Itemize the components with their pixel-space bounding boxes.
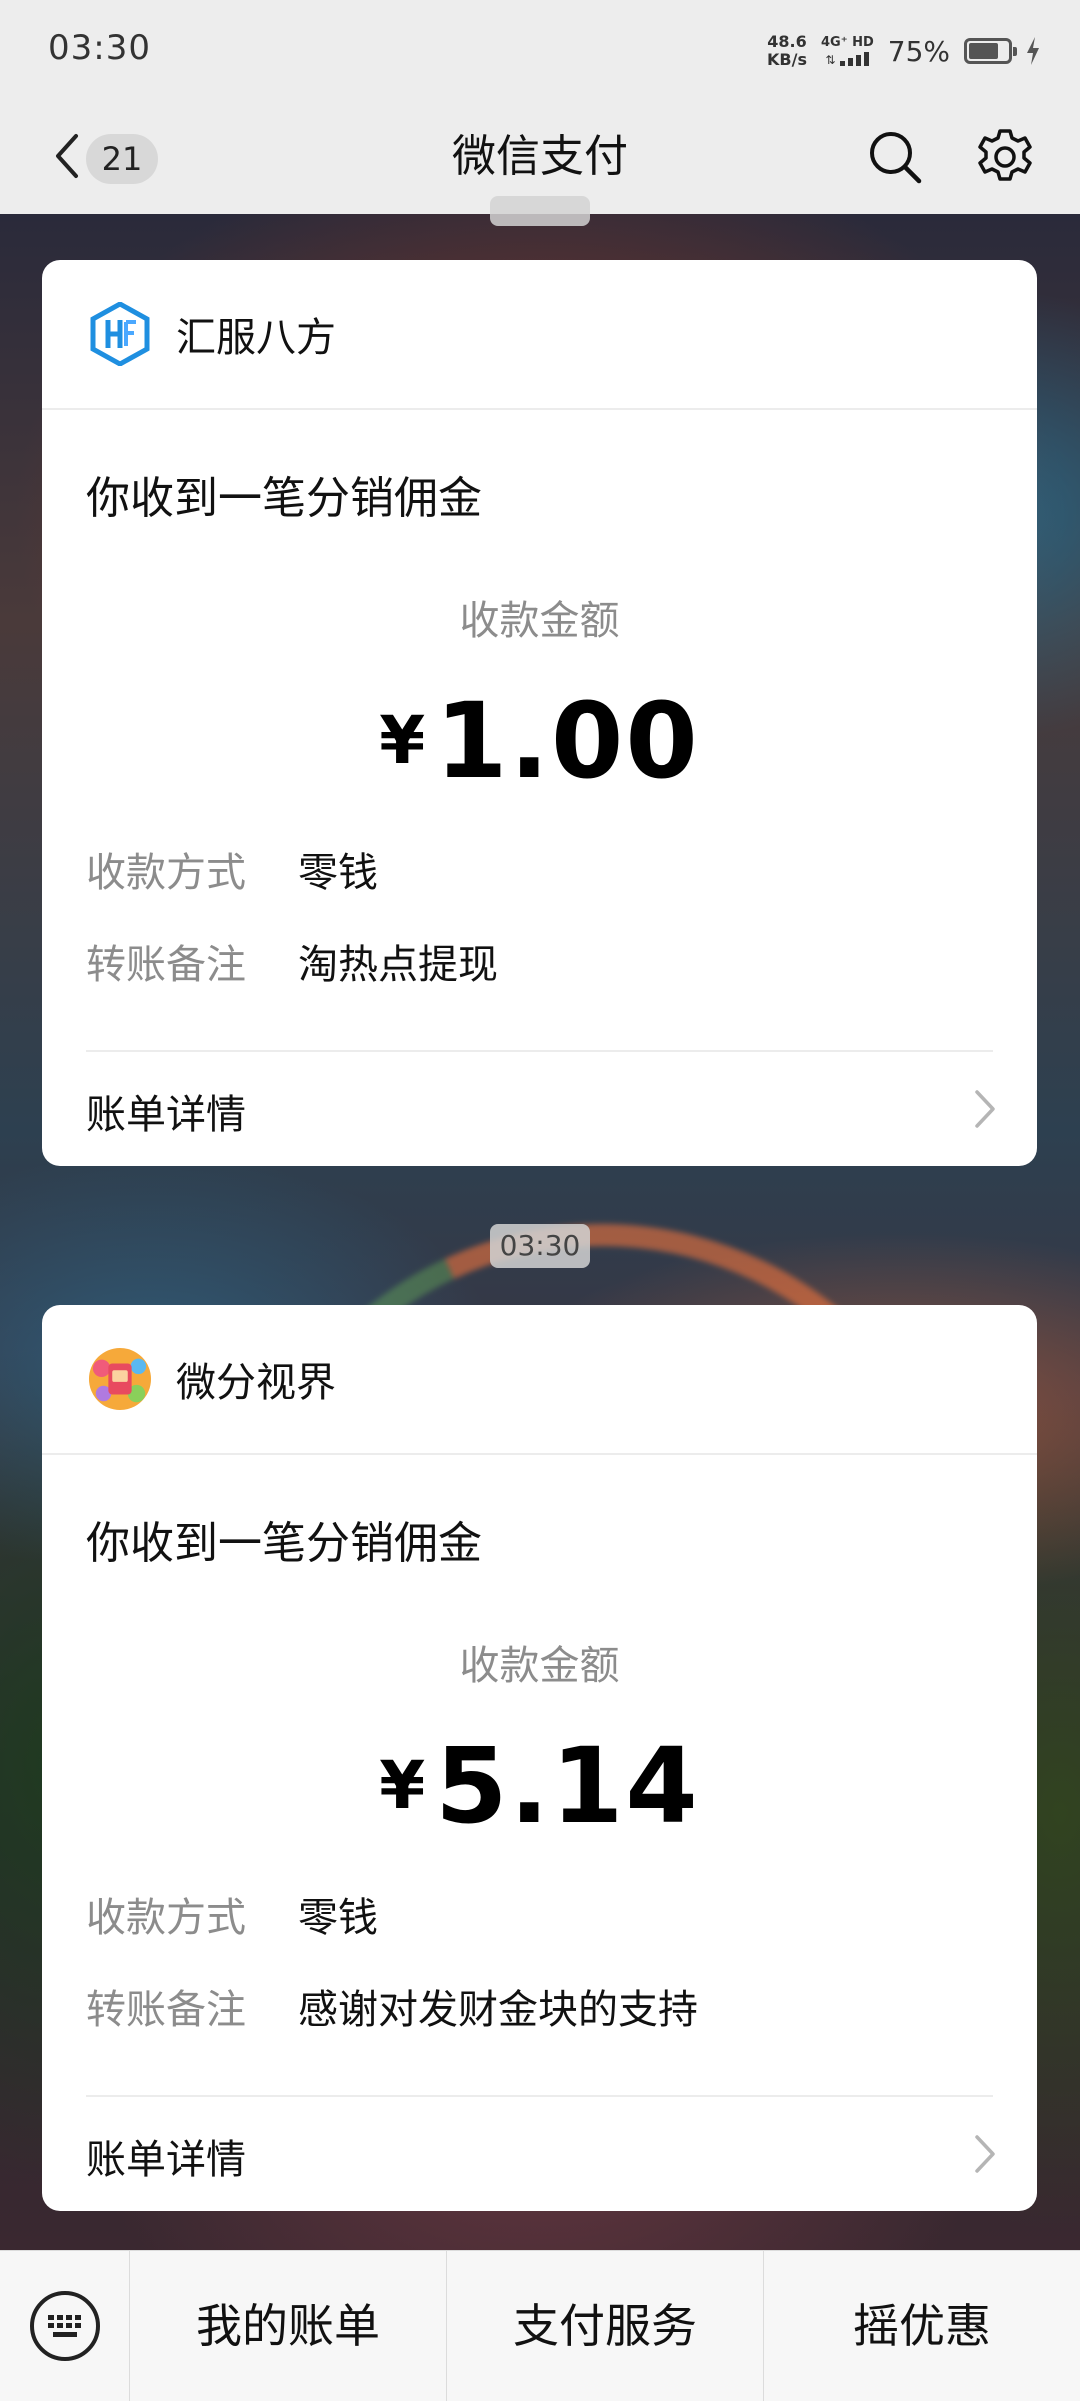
status-time: 03:30 bbox=[48, 28, 151, 68]
merchant-logo-icon bbox=[88, 302, 152, 366]
status-indicators: 48.6 KB/s 4G⁺ HD ⇅ 75% bbox=[767, 26, 1040, 76]
unread-count-badge[interactable]: 21 bbox=[86, 134, 158, 184]
transfer-note-row: 转账备注 淘热点提现 bbox=[86, 932, 498, 990]
gear-icon bbox=[978, 129, 1032, 181]
payment-method-row: 收款方式 零钱 bbox=[86, 840, 378, 898]
message-title: 你收到一笔分销佣金 bbox=[86, 1518, 482, 1569]
payment-message-card[interactable]: 汇服八方 你收到一笔分销佣金 收款金额 ¥1.00 收款方式 零钱 转账备注 淘… bbox=[42, 260, 1037, 1166]
bill-details-link[interactable]: 账单详情 bbox=[42, 1052, 1037, 1166]
amount-value: 1.00 bbox=[435, 680, 700, 802]
chevron-right-icon bbox=[975, 2135, 995, 2173]
status-bar: 03:30 48.6 KB/s 4G⁺ HD ⇅ 75% bbox=[0, 0, 1080, 100]
merchant-logo-icon bbox=[88, 1347, 152, 1411]
payment-method-row: 收款方式 零钱 bbox=[86, 1885, 378, 1943]
amount-label: 收款金额 bbox=[459, 1643, 620, 1689]
card-header[interactable]: 微分视界 bbox=[42, 1305, 1037, 1455]
bottom-menu-bar: 我的账单 支付服务 摇优惠 bbox=[0, 2250, 1080, 2401]
bill-details-label: 账单详情 bbox=[86, 1092, 246, 1138]
back-arrow-icon bbox=[56, 134, 78, 178]
battery-icon bbox=[964, 38, 1017, 64]
amount-label: 收款金额 bbox=[459, 598, 620, 644]
charging-bolt-icon bbox=[1027, 37, 1039, 65]
transfer-note-value: 感谢对发财金块的支持 bbox=[298, 1987, 698, 2033]
currency-symbol: ¥ bbox=[379, 702, 426, 779]
battery-percent: 75% bbox=[887, 34, 950, 68]
chevron-right-icon bbox=[975, 1090, 995, 1128]
bill-details-link[interactable]: 账单详情 bbox=[42, 2097, 1037, 2211]
signal-bars-icon: ⇅ bbox=[825, 50, 870, 66]
message-title: 你收到一笔分销佣金 bbox=[86, 473, 482, 524]
battery-fill bbox=[969, 43, 998, 59]
merchant-name: 汇服八方 bbox=[176, 315, 336, 361]
transfer-note-value: 淘热点提现 bbox=[298, 942, 498, 988]
settings-button[interactable] bbox=[974, 126, 1036, 188]
card-header[interactable]: 汇服八方 bbox=[42, 260, 1037, 410]
timestamp-pill bbox=[490, 196, 590, 226]
payment-method-value: 零钱 bbox=[298, 850, 378, 896]
search-button[interactable] bbox=[864, 126, 926, 188]
network-speed: 48.6 KB/s bbox=[767, 33, 807, 69]
transfer-note-row: 转账备注 感谢对发财金块的支持 bbox=[86, 1977, 698, 2035]
bill-details-label: 账单详情 bbox=[86, 2137, 246, 2183]
menu-payment-services[interactable]: 支付服务 bbox=[447, 2251, 764, 2401]
cell-signal: 4G⁺ HD ⇅ bbox=[821, 36, 874, 66]
payment-amount: ¥1.00 bbox=[42, 680, 1037, 802]
search-icon bbox=[870, 132, 922, 184]
menu-my-bills[interactable]: 我的账单 bbox=[130, 2251, 447, 2401]
timestamp-pill: 03:30 bbox=[490, 1224, 590, 1268]
payment-method-label: 收款方式 bbox=[86, 850, 246, 896]
payment-amount: ¥5.14 bbox=[42, 1725, 1037, 1847]
network-speed-unit: KB/s bbox=[767, 50, 807, 69]
merchant-name: 微分视界 bbox=[176, 1360, 336, 1406]
payment-method-value: 零钱 bbox=[298, 1895, 378, 1941]
keyboard-toggle-button[interactable] bbox=[0, 2251, 130, 2401]
amount-value: 5.14 bbox=[435, 1725, 700, 1847]
payment-method-label: 收款方式 bbox=[86, 1895, 246, 1941]
currency-symbol: ¥ bbox=[379, 1747, 426, 1824]
payment-message-card[interactable]: 微分视界 你收到一笔分销佣金 收款金额 ¥5.14 收款方式 零钱 转账备注 感… bbox=[42, 1305, 1037, 2211]
network-speed-value: 48.6 bbox=[767, 32, 807, 51]
transfer-note-label: 转账备注 bbox=[86, 942, 246, 988]
menu-shake-deals[interactable]: 摇优惠 bbox=[764, 2251, 1080, 2401]
keyboard-icon bbox=[29, 2291, 100, 2361]
transfer-note-label: 转账备注 bbox=[86, 1987, 246, 2033]
network-type: 4G⁺ HD bbox=[820, 35, 874, 50]
